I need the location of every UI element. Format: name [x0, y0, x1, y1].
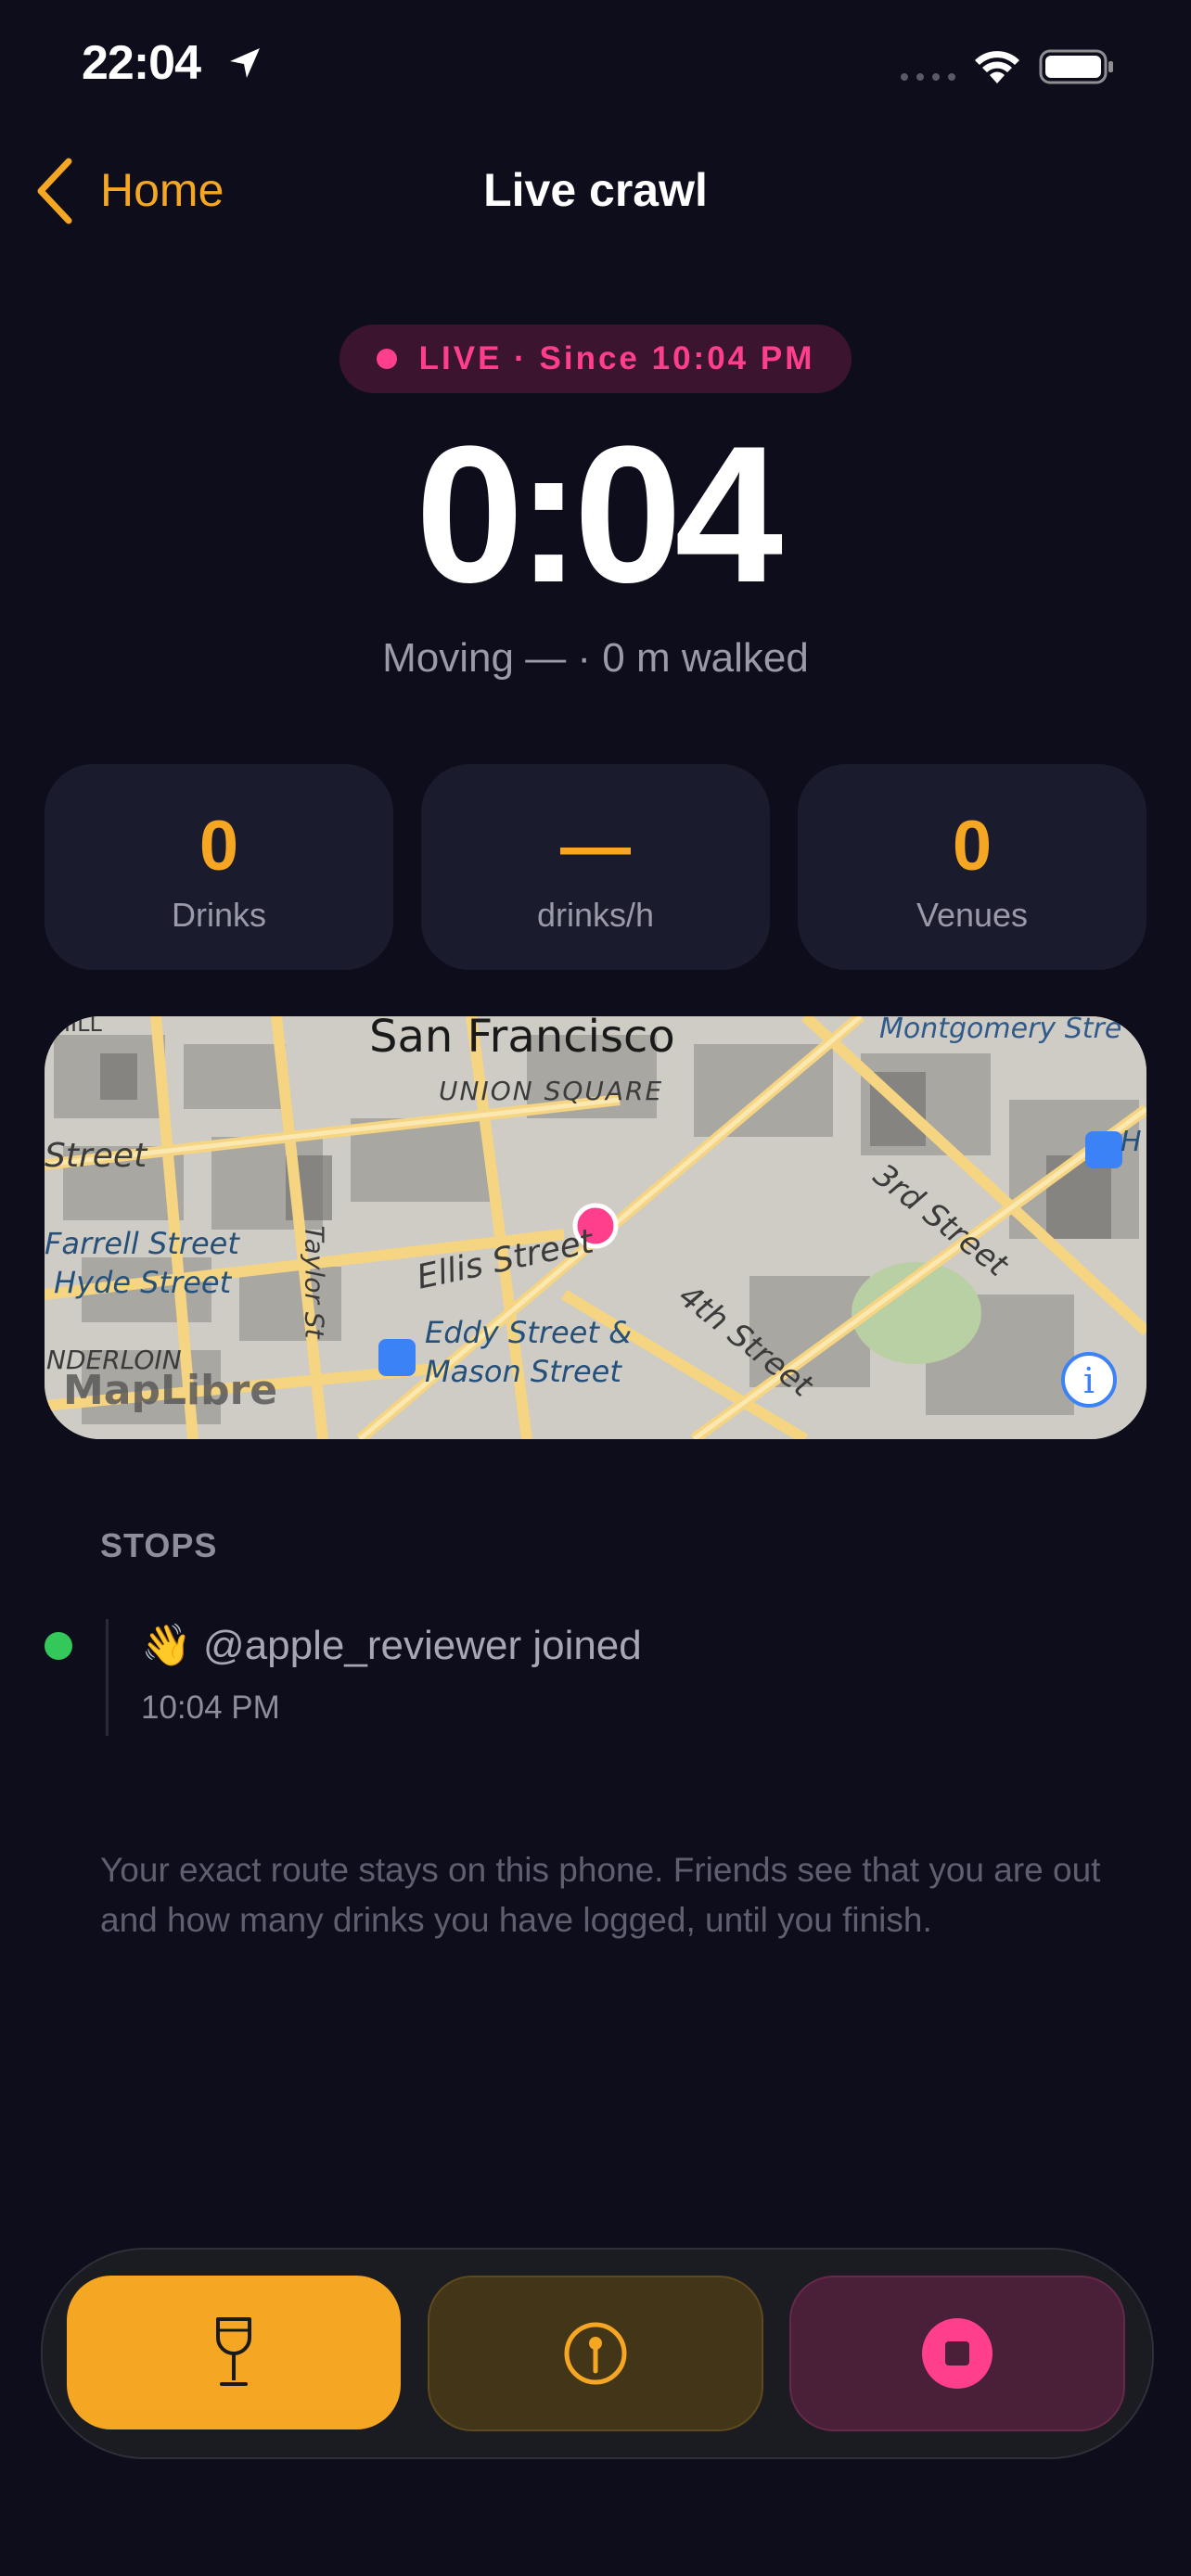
stop-icon: [922, 2318, 992, 2389]
map-city-label: San Francisco: [369, 1016, 675, 1063]
stop-crawl-button[interactable]: [789, 2276, 1125, 2431]
route-map[interactable]: i San Francisco UNION SQUARE Montgomery …: [45, 1016, 1146, 1439]
wine-glass-icon: [216, 2317, 251, 2386]
stat-card-drinks-per-hour: — drinks/h: [421, 764, 770, 970]
live-status-label: LIVE · Since 10:04 PM: [418, 340, 815, 376]
status-time: 22:04: [82, 36, 201, 90]
stop-status-dot: [45, 1632, 72, 1660]
live-dot-icon: [376, 349, 397, 369]
waving-hand-icon: 👋: [141, 1623, 192, 1668]
stop-entry: 👋 @apple_reviewer joined: [141, 1621, 642, 1669]
map-transit-label: Eddy Street &: [425, 1315, 633, 1350]
stat-label: drinks/h: [536, 896, 655, 934]
stat-value: 0: [952, 807, 992, 886]
stop-time: 10:04 PM: [141, 1690, 280, 1726]
map-street-label: Street: [45, 1137, 147, 1175]
stat-label: Drinks: [171, 896, 266, 934]
stat-value: 0: [198, 807, 239, 886]
map-area-label: H: [1121, 1126, 1142, 1158]
stops-section-title: STOPS: [100, 1526, 218, 1564]
elapsed-timer: 0:04: [415, 405, 783, 623]
location-arrow-icon: [230, 48, 260, 78]
movement-summary: Moving — · 0 m walked: [382, 635, 809, 681]
log-drink-button[interactable]: [67, 2276, 401, 2429]
map-transit-label: Mason Street: [425, 1354, 621, 1389]
page-title: Live crawl: [483, 164, 708, 216]
battery-icon: [1039, 49, 1113, 84]
stop-description: @apple_reviewer joined: [203, 1623, 642, 1668]
location-pin-icon: [564, 2322, 627, 2385]
map-street-label: Farrell Street: [45, 1226, 239, 1261]
stat-label: Venues: [916, 896, 1029, 934]
svg-text:i: i: [1083, 1360, 1095, 1401]
map-area-label: HILL: [54, 1016, 102, 1037]
map-street-label: Taylor St: [299, 1225, 330, 1339]
stat-value: —: [560, 807, 631, 886]
live-status-badge: LIVE · Since 10:04 PM: [339, 325, 852, 393]
timeline-line: [106, 1619, 109, 1736]
stat-card-drinks: 0 Drinks: [45, 764, 393, 970]
privacy-note: Your exact route stays on this phone. Fr…: [100, 1851, 1101, 1939]
map-street-label: Hyde Street: [54, 1265, 232, 1300]
stat-card-venues: 0 Venues: [798, 764, 1146, 970]
map-street-label: Montgomery Stre: [879, 1016, 1122, 1045]
cellular-signal-icon: [901, 73, 955, 81]
wifi-icon: [975, 51, 1019, 83]
map-area-label: UNION SQUARE: [439, 1076, 664, 1106]
map-attribution-logo: MapLibre: [63, 1367, 278, 1414]
add-venue-button[interactable]: [428, 2276, 763, 2431]
